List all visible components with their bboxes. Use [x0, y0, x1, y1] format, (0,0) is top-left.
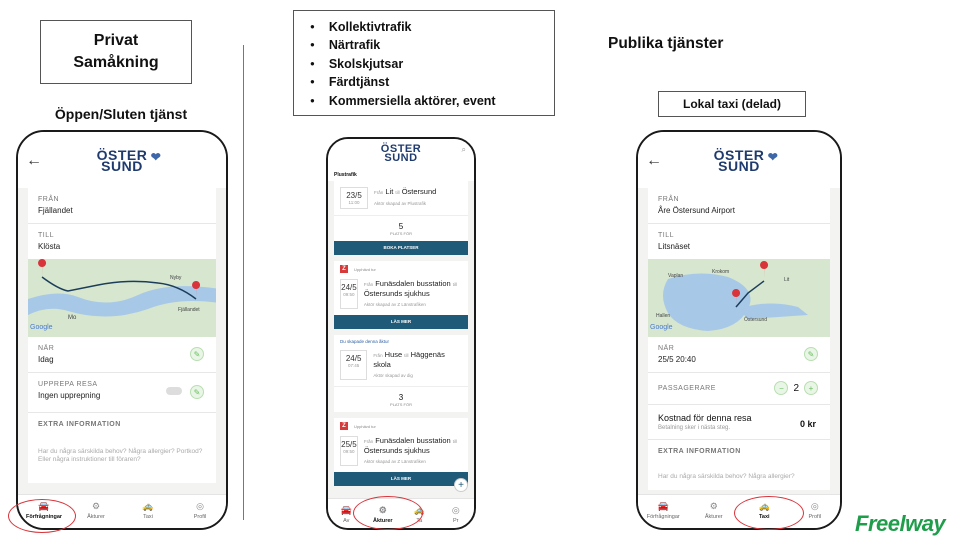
trip-card[interactable]: Z Upphävd tur 24/5 09:50 Från Funäsdalen … — [334, 261, 468, 329]
edit-icon[interactable]: ✎ — [190, 347, 204, 361]
passengers-field[interactable]: PASSAGERARE − 2 + — [648, 373, 830, 405]
extra-info-field[interactable]: EXTRA INFORMATION Har du några särskilda… — [28, 413, 216, 483]
taxi-icon: 🚕 — [142, 501, 154, 511]
edit-icon[interactable]: ✎ — [804, 347, 818, 361]
map-label: Fjällandet — [178, 307, 200, 313]
back-arrow-icon[interactable]: ← — [26, 152, 42, 170]
map-label: Nyby — [170, 275, 182, 281]
vertical-divider — [243, 45, 244, 520]
taxi-options: NÄR 25/5 20:40 ✎ PASSAGERARE − 2 + Kostn… — [648, 337, 830, 490]
taxi-form: FRÅN Åre Östersund Airport TILL Litsnäse… — [648, 188, 830, 259]
google-logo: Google — [30, 324, 53, 331]
trip-card[interactable]: 23/5 11:00 Från Lit till Östersund Aktör s… — [334, 181, 468, 255]
service-item: Kollektivtrafik — [310, 18, 544, 36]
search-icon[interactable]: ⌕ — [462, 145, 466, 155]
map-label: Östersund — [744, 316, 767, 323]
from-field[interactable]: FRÅN Åre Östersund Airport — [648, 188, 830, 224]
route-map[interactable]: Vaplan Krokom Lit Hallen Östersund Googl… — [648, 259, 830, 337]
nav-taxi[interactable]: 🚕 Taxi — [122, 495, 174, 528]
service-list-box: Kollektivtrafik Närtrafik Skolskjutsar F… — [293, 10, 555, 116]
minus-icon[interactable]: − — [774, 381, 789, 395]
to-field[interactable]: TILL Klösta — [28, 224, 216, 259]
phone-private-carpool: ← ÖSTER SUND ❤ FRÅN Fjällandet TILL Klösta… — [16, 130, 228, 530]
ride-icon: ⚙ — [91, 501, 101, 511]
nav-rides[interactable]: ⚙ Åkturer — [689, 495, 740, 528]
add-fab-button[interactable]: + — [454, 478, 468, 492]
profile-icon: ◎ — [451, 505, 460, 515]
service-item: Färdtjänst — [310, 73, 544, 91]
edit-icon[interactable]: ✎ — [190, 385, 204, 399]
read-more-button[interactable]: LÄS MER — [334, 315, 468, 329]
app-header: ← ÖSTER SUND ❤ — [18, 132, 226, 188]
map-label: Hallen — [656, 313, 670, 319]
list-header: Plustrafik — [328, 169, 474, 181]
map-label: Lit — [784, 277, 790, 283]
when-field[interactable]: NÄR 25/5 20:40 ✎ — [648, 337, 830, 373]
book-seats-button[interactable]: BOKA PLATSER — [334, 241, 468, 255]
highlight-ring — [353, 496, 423, 530]
service-item: Kommersiella aktörer, event — [310, 92, 544, 110]
trip-card[interactable]: Du skapade denna åktur 24/5 07:45 Från Hu… — [334, 335, 468, 412]
ostersund-logo: ÖSTER SUND ❤ — [96, 147, 162, 174]
ride-options: NÄR Idag ✎ UPPREPA RESA Ingen upprepning… — [28, 337, 216, 483]
map-label: Vaplan — [668, 273, 683, 279]
ride-icon: ⚙ — [709, 501, 718, 511]
repeat-toggle[interactable] — [166, 387, 182, 395]
publika-tjanster-label: Publika tjänster — [608, 35, 724, 52]
google-logo: Google — [650, 324, 673, 331]
z-badge: Z — [340, 422, 348, 430]
phone-local-taxi: ← ÖSTER SUND ❤ FRÅN Åre Östersund Airport … — [636, 130, 842, 530]
privat-line1: Privat — [93, 32, 139, 49]
nav-requests[interactable]: 🚘 Förfrågningar — [638, 495, 689, 528]
lokal-taxi-box: Lokal taxi (delad) — [658, 91, 806, 117]
repeat-field[interactable]: UPPREPA RESA Ingen upprepning ✎ — [28, 373, 216, 413]
privat-line2: Samåkning — [73, 54, 159, 71]
extra-info-field[interactable]: EXTRA INFORMATION Har du några särskilda… — [648, 440, 830, 490]
nav-rides[interactable]: ⚙ Åkturer — [70, 495, 122, 528]
highlight-ring — [8, 499, 76, 533]
service-item: Skolskjutsar — [310, 55, 544, 73]
z-badge: Z — [340, 265, 348, 273]
profile-icon: ◎ — [196, 501, 204, 511]
plus-icon[interactable]: + — [804, 381, 818, 395]
read-more-button[interactable]: LÄS MER — [334, 472, 468, 486]
nav-profile[interactable]: ◎ Profil — [174, 495, 226, 528]
map-label: Mo — [68, 315, 77, 321]
route-map[interactable]: Mo Nyby Fjällandet Google — [28, 259, 216, 337]
back-arrow-icon[interactable]: ← — [646, 152, 662, 170]
from-field[interactable]: FRÅN Fjällandet — [28, 188, 216, 224]
car-icon: 🚘 — [657, 501, 669, 511]
highlight-ring — [734, 496, 804, 530]
ostersund-logo: ÖSTER SUND — [380, 143, 422, 164]
ride-form: FRÅN Fjällandet TILL Klösta — [28, 188, 216, 259]
freelway-logo: Freelway — [855, 511, 946, 536]
app-header: ← ÖSTER SUND ❤ — [638, 132, 840, 188]
service-item: Närtrafik — [310, 36, 544, 54]
oppen-sluten-label: Öppen/Sluten tjänst — [54, 106, 188, 122]
when-field[interactable]: NÄR Idag ✎ — [28, 337, 216, 373]
ostersund-logo: ÖSTER SUND ❤ — [713, 147, 779, 174]
passenger-stepper[interactable]: − 2 + — [774, 381, 818, 395]
trip-card[interactable]: Z Upphävd tur 25/5 09:50 Från Funäsdalen … — [334, 418, 468, 486]
app-header: ÖSTER SUND ⌕ — [328, 139, 474, 169]
to-field[interactable]: TILL Litsnäset — [648, 224, 830, 259]
phone-public-rides: ÖSTER SUND ⌕ Plustrafik 23/5 11:00 Från Li… — [326, 137, 476, 530]
privat-samakning-box: Privat Samåkning — [40, 20, 192, 84]
cost-field: Kostnad för denna resa Betalning sker i … — [648, 405, 830, 440]
nav-profile[interactable]: ◎ Pr — [438, 499, 475, 528]
map-label: Krokom — [712, 269, 729, 275]
